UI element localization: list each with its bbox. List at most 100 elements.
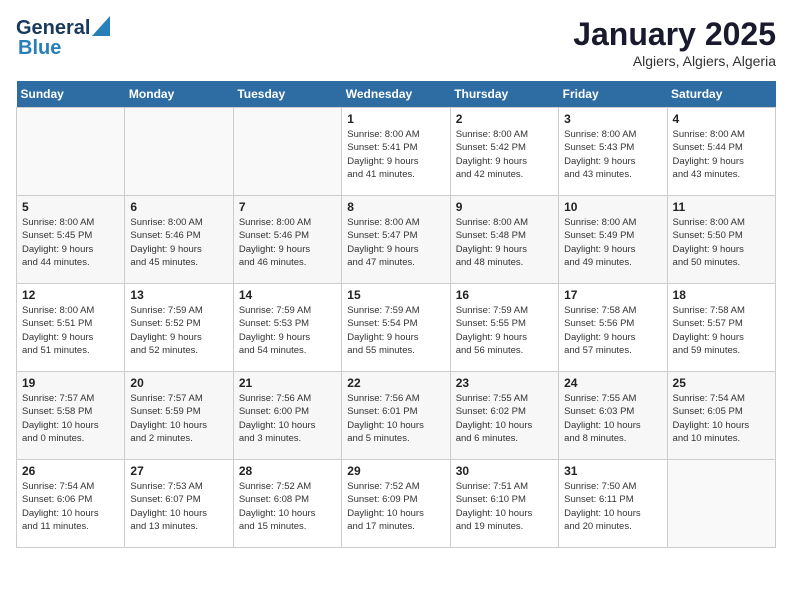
calendar-cell: 9Sunrise: 8:00 AM Sunset: 5:48 PM Daylig… <box>450 196 558 284</box>
calendar-cell: 26 Sunrise: 7:54 AM Sunset: 6:06 PM Dayli… <box>17 460 125 548</box>
day-info: Sunrise: 7:52 AM Sunset: 6:08 PM Dayligh… <box>239 480 336 533</box>
day-number: 30 <box>456 464 553 478</box>
day-info: Sunrise: 8:00 AM Sunset: 5:41 PM Dayligh… <box>347 128 444 181</box>
day-info: Sunrise: 7:57 AM Sunset: 5:58 PM Dayligh… <box>22 392 119 445</box>
calendar-cell: 2 Sunrise: 8:00 AM Sunset: 5:42 PM Daylig… <box>450 108 558 196</box>
calendar-week-row: 1 Sunrise: 8:00 AM Sunset: 5:41 PM Daylig… <box>17 108 776 196</box>
calendar-cell: 30 Sunrise: 7:51 AM Sunset: 6:10 PM Dayli… <box>450 460 558 548</box>
day-number: 7 <box>239 200 336 214</box>
day-number: 9 <box>456 200 553 214</box>
calendar-cell: 3 Sunrise: 8:00 AM Sunset: 5:43 PM Daylig… <box>559 108 667 196</box>
day-info: Sunrise: 7:54 AM Sunset: 6:05 PM Dayligh… <box>673 392 770 445</box>
calendar-week-row: 19Sunrise: 7:57 AM Sunset: 5:58 PM Dayli… <box>17 372 776 460</box>
calendar-cell: 28 Sunrise: 7:52 AM Sunset: 6:08 PM Dayli… <box>233 460 341 548</box>
calendar-cell <box>233 108 341 196</box>
day-info: Sunrise: 7:55 AM Sunset: 6:02 PM Dayligh… <box>456 392 553 445</box>
calendar-cell: 21Sunrise: 7:56 AM Sunset: 6:00 PM Dayli… <box>233 372 341 460</box>
day-info: Sunrise: 7:56 AM Sunset: 6:01 PM Dayligh… <box>347 392 444 445</box>
calendar-cell: 18 Sunrise: 7:58 AM Sunset: 5:57 PM Dayli… <box>667 284 775 372</box>
col-header-tuesday: Tuesday <box>233 81 341 108</box>
calendar-cell: 6 Sunrise: 8:00 AM Sunset: 5:46 PM Daylig… <box>125 196 233 284</box>
day-number: 1 <box>347 112 444 126</box>
calendar-cell: 1 Sunrise: 8:00 AM Sunset: 5:41 PM Daylig… <box>342 108 450 196</box>
day-info: Sunrise: 8:00 AM Sunset: 5:43 PM Dayligh… <box>564 128 661 181</box>
day-number: 6 <box>130 200 227 214</box>
day-number: 3 <box>564 112 661 126</box>
calendar-cell: 27 Sunrise: 7:53 AM Sunset: 6:07 PM Dayli… <box>125 460 233 548</box>
calendar-cell: 22 Sunrise: 7:56 AM Sunset: 6:01 PM Dayli… <box>342 372 450 460</box>
calendar-header-row: SundayMondayTuesdayWednesdayThursdayFrid… <box>17 81 776 108</box>
calendar-cell: 13Sunrise: 7:59 AM Sunset: 5:52 PM Dayli… <box>125 284 233 372</box>
calendar-cell: 7 Sunrise: 8:00 AM Sunset: 5:46 PM Daylig… <box>233 196 341 284</box>
day-number: 10 <box>564 200 661 214</box>
day-info: Sunrise: 7:55 AM Sunset: 6:03 PM Dayligh… <box>564 392 661 445</box>
day-number: 8 <box>347 200 444 214</box>
day-info: Sunrise: 8:00 AM Sunset: 5:49 PM Dayligh… <box>564 216 661 269</box>
calendar-table: SundayMondayTuesdayWednesdayThursdayFrid… <box>16 81 776 548</box>
day-number: 29 <box>347 464 444 478</box>
day-info: Sunrise: 8:00 AM Sunset: 5:46 PM Dayligh… <box>239 216 336 269</box>
day-info: Sunrise: 7:53 AM Sunset: 6:07 PM Dayligh… <box>130 480 227 533</box>
title-block: January 2025 Algiers, Algiers, Algeria <box>573 16 776 69</box>
day-info: Sunrise: 8:00 AM Sunset: 5:50 PM Dayligh… <box>673 216 770 269</box>
day-number: 15 <box>347 288 444 302</box>
day-number: 25 <box>673 376 770 390</box>
calendar-cell: 5Sunrise: 8:00 AM Sunset: 5:45 PM Daylig… <box>17 196 125 284</box>
calendar-cell: 4 Sunrise: 8:00 AM Sunset: 5:44 PM Daylig… <box>667 108 775 196</box>
day-number: 14 <box>239 288 336 302</box>
day-number: 4 <box>673 112 770 126</box>
calendar-cell: 14 Sunrise: 7:59 AM Sunset: 5:53 PM Dayli… <box>233 284 341 372</box>
day-number: 16 <box>456 288 553 302</box>
day-number: 26 <box>22 464 119 478</box>
calendar-cell <box>667 460 775 548</box>
day-info: Sunrise: 8:00 AM Sunset: 5:44 PM Dayligh… <box>673 128 770 181</box>
day-info: Sunrise: 7:57 AM Sunset: 5:59 PM Dayligh… <box>130 392 227 445</box>
calendar-cell: 17 Sunrise: 7:58 AM Sunset: 5:56 PM Dayli… <box>559 284 667 372</box>
page-header: General Blue January 2025 Algiers, Algie… <box>16 16 776 69</box>
calendar-week-row: 26 Sunrise: 7:54 AM Sunset: 6:06 PM Dayli… <box>17 460 776 548</box>
logo: General Blue <box>16 16 110 60</box>
calendar-title: January 2025 <box>573 16 776 53</box>
day-info: Sunrise: 8:00 AM Sunset: 5:51 PM Dayligh… <box>22 304 119 357</box>
day-number: 12 <box>22 288 119 302</box>
day-info: Sunrise: 7:58 AM Sunset: 5:56 PM Dayligh… <box>564 304 661 357</box>
calendar-cell <box>125 108 233 196</box>
col-header-wednesday: Wednesday <box>342 81 450 108</box>
calendar-subtitle: Algiers, Algiers, Algeria <box>573 53 776 69</box>
day-info: Sunrise: 7:56 AM Sunset: 6:00 PM Dayligh… <box>239 392 336 445</box>
day-number: 27 <box>130 464 227 478</box>
day-info: Sunrise: 7:59 AM Sunset: 5:54 PM Dayligh… <box>347 304 444 357</box>
day-info: Sunrise: 8:00 AM Sunset: 5:45 PM Dayligh… <box>22 216 119 269</box>
day-number: 24 <box>564 376 661 390</box>
col-header-friday: Friday <box>559 81 667 108</box>
calendar-week-row: 5Sunrise: 8:00 AM Sunset: 5:45 PM Daylig… <box>17 196 776 284</box>
calendar-cell: 12 Sunrise: 8:00 AM Sunset: 5:51 PM Dayli… <box>17 284 125 372</box>
day-info: Sunrise: 7:52 AM Sunset: 6:09 PM Dayligh… <box>347 480 444 533</box>
day-number: 17 <box>564 288 661 302</box>
day-info: Sunrise: 7:59 AM Sunset: 5:55 PM Dayligh… <box>456 304 553 357</box>
calendar-cell: 25 Sunrise: 7:54 AM Sunset: 6:05 PM Dayli… <box>667 372 775 460</box>
calendar-cell: 8 Sunrise: 8:00 AM Sunset: 5:47 PM Daylig… <box>342 196 450 284</box>
day-info: Sunrise: 7:58 AM Sunset: 5:57 PM Dayligh… <box>673 304 770 357</box>
calendar-cell: 31Sunrise: 7:50 AM Sunset: 6:11 PM Dayli… <box>559 460 667 548</box>
day-number: 2 <box>456 112 553 126</box>
day-number: 18 <box>673 288 770 302</box>
day-info: Sunrise: 7:50 AM Sunset: 6:11 PM Dayligh… <box>564 480 661 533</box>
calendar-cell: 19Sunrise: 7:57 AM Sunset: 5:58 PM Dayli… <box>17 372 125 460</box>
day-number: 22 <box>347 376 444 390</box>
col-header-thursday: Thursday <box>450 81 558 108</box>
day-info: Sunrise: 8:00 AM Sunset: 5:46 PM Dayligh… <box>130 216 227 269</box>
day-number: 20 <box>130 376 227 390</box>
calendar-cell <box>17 108 125 196</box>
day-number: 28 <box>239 464 336 478</box>
day-info: Sunrise: 7:59 AM Sunset: 5:52 PM Dayligh… <box>130 304 227 357</box>
day-info: Sunrise: 7:59 AM Sunset: 5:53 PM Dayligh… <box>239 304 336 357</box>
day-info: Sunrise: 7:54 AM Sunset: 6:06 PM Dayligh… <box>22 480 119 533</box>
calendar-cell: 10 Sunrise: 8:00 AM Sunset: 5:49 PM Dayli… <box>559 196 667 284</box>
day-info: Sunrise: 7:51 AM Sunset: 6:10 PM Dayligh… <box>456 480 553 533</box>
day-info: Sunrise: 8:00 AM Sunset: 5:47 PM Dayligh… <box>347 216 444 269</box>
calendar-week-row: 12 Sunrise: 8:00 AM Sunset: 5:51 PM Dayli… <box>17 284 776 372</box>
day-info: Sunrise: 8:00 AM Sunset: 5:42 PM Dayligh… <box>456 128 553 181</box>
logo-triangle-icon <box>92 16 110 36</box>
calendar-cell: 29 Sunrise: 7:52 AM Sunset: 6:09 PM Dayli… <box>342 460 450 548</box>
